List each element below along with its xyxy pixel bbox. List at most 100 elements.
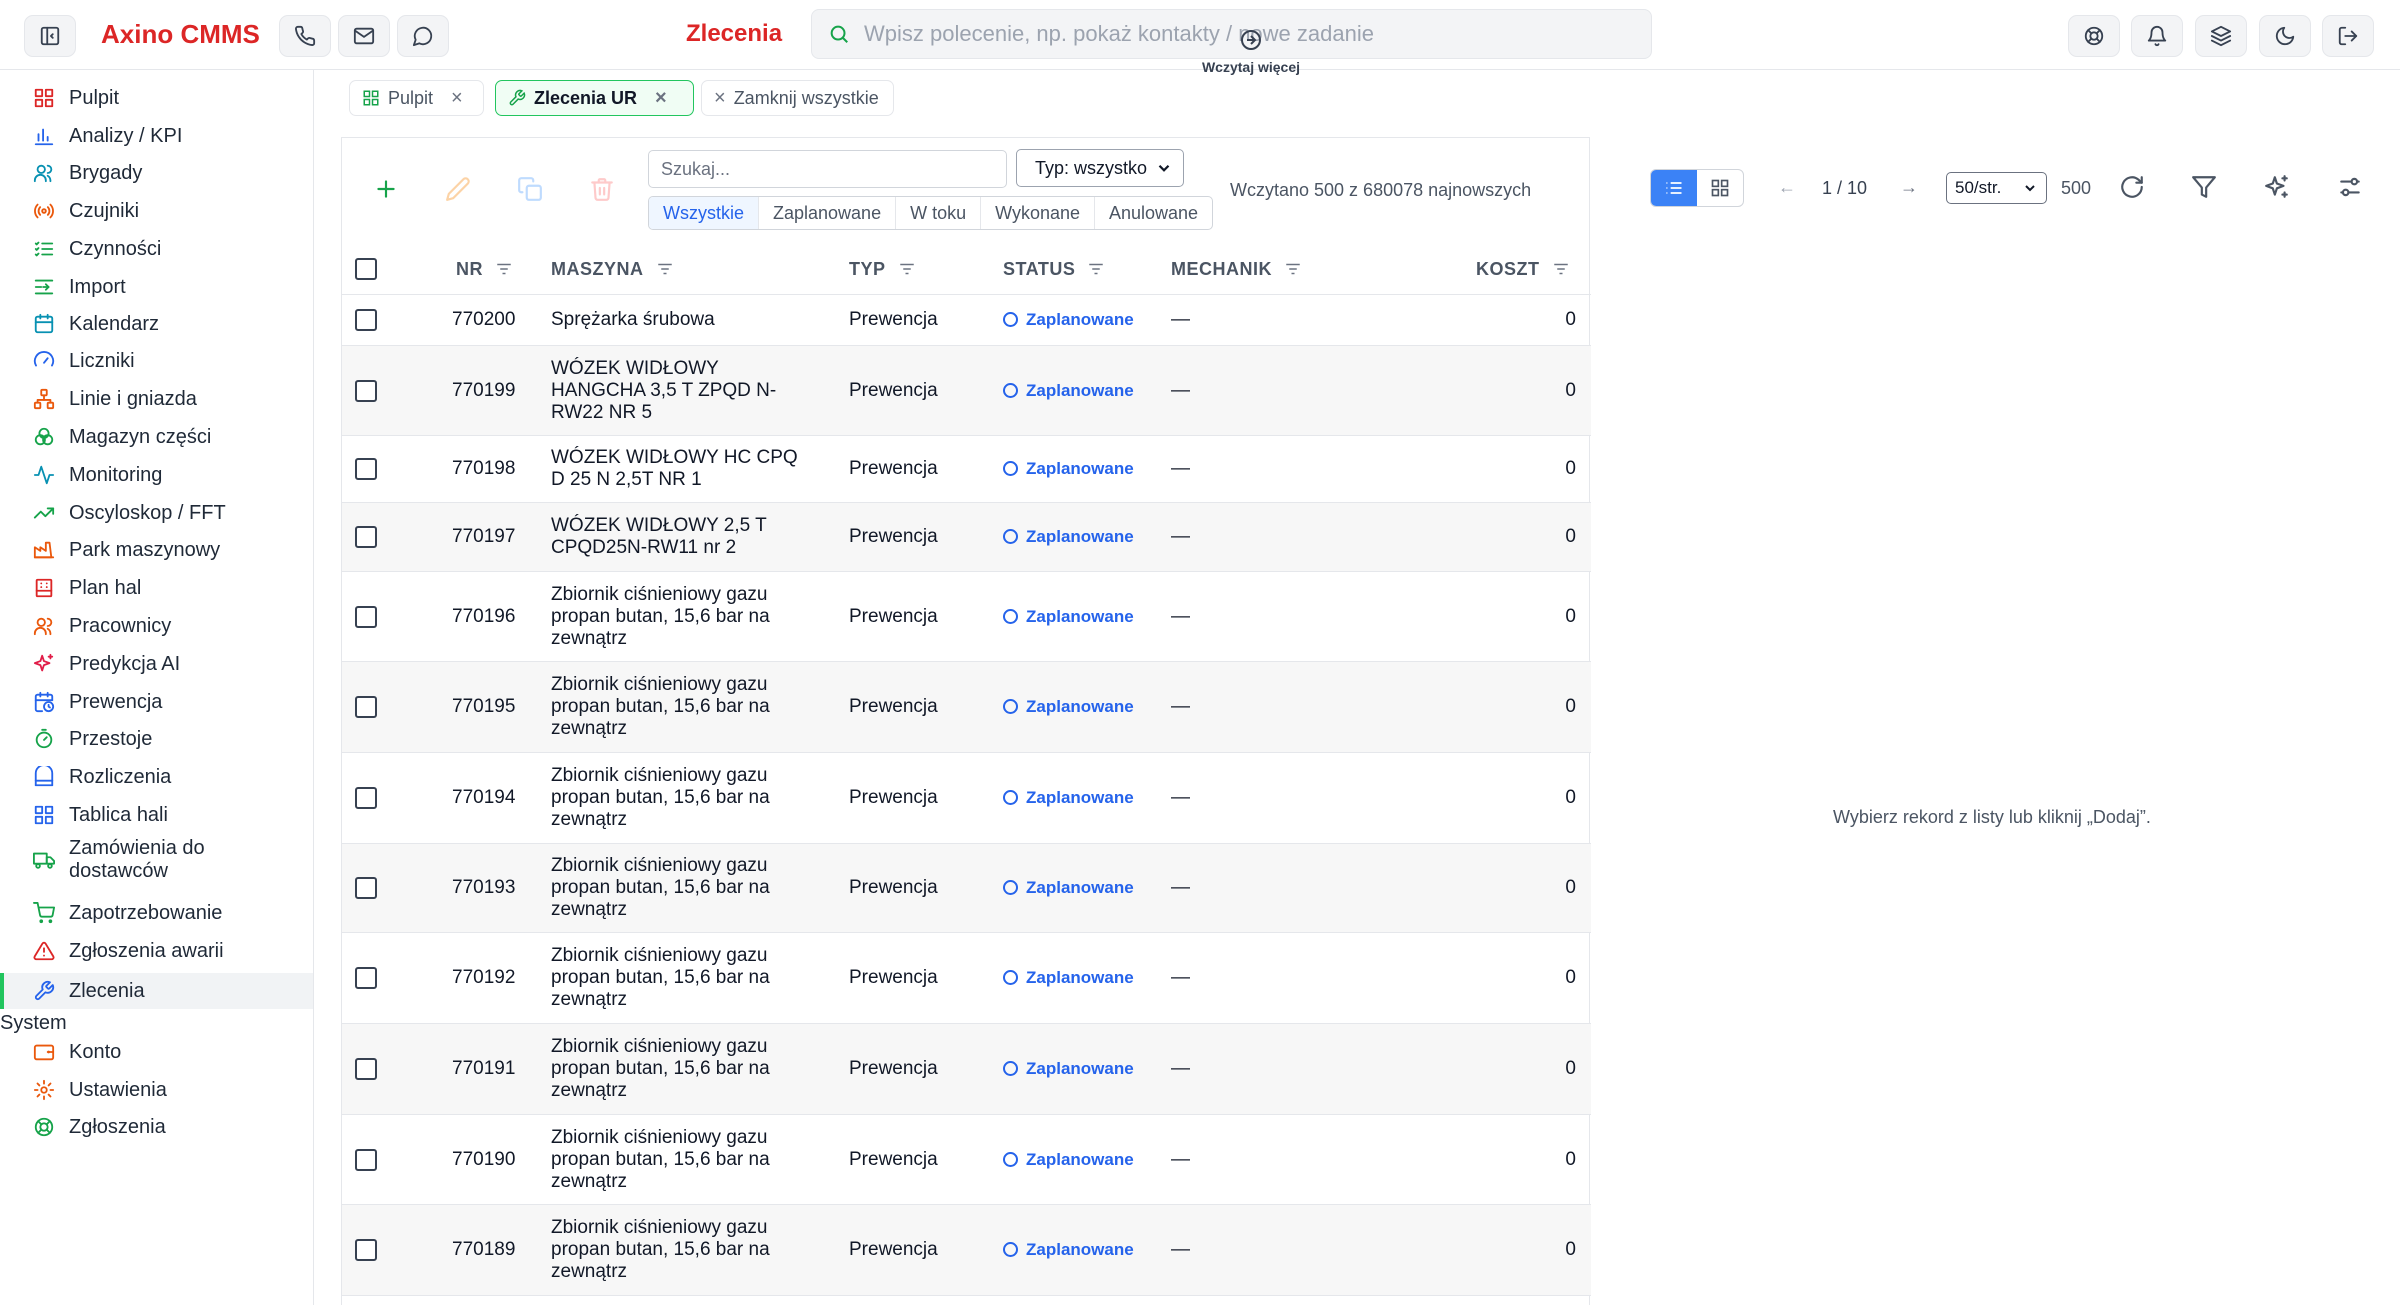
- row-checkbox[interactable]: [355, 503, 377, 571]
- checkbox[interactable]: [355, 309, 377, 331]
- row-checkbox[interactable]: [355, 1115, 377, 1204]
- chat-button[interactable]: [397, 15, 449, 57]
- checkbox[interactable]: [355, 967, 377, 989]
- column-header-maszyna[interactable]: MASZYNA: [551, 243, 674, 295]
- status-filter-wszystkie[interactable]: Wszystkie: [649, 197, 759, 229]
- mail-button[interactable]: [338, 15, 390, 57]
- filter-lines-icon[interactable]: [1552, 260, 1570, 278]
- table-row[interactable]: 770200 Sprężarka śrubowa Prewencja Zaplanow…: [342, 295, 1591, 346]
- tab-close-icon[interactable]: ×: [655, 88, 667, 108]
- status-filter-wykonane[interactable]: Wykonane: [981, 197, 1095, 229]
- row-checkbox[interactable]: [355, 1024, 377, 1114]
- sidebar-item-pulpit[interactable]: Pulpit: [0, 80, 313, 116]
- checkbox[interactable]: [355, 787, 377, 809]
- checkbox[interactable]: [355, 1058, 377, 1080]
- checkbox[interactable]: [355, 877, 377, 899]
- duplicate-button[interactable]: [515, 174, 545, 204]
- sidebar-item-zlecenia[interactable]: Zlecenia: [0, 973, 313, 1009]
- sidebar-item-czujniki[interactable]: Czujniki: [0, 193, 313, 229]
- refresh-button[interactable]: [2117, 172, 2147, 202]
- row-checkbox[interactable]: [355, 844, 377, 932]
- table-row[interactable]: 770195 Zbiornik ciśnieniowy gazu propan b…: [342, 662, 1591, 753]
- table-row[interactable]: 770194 Zbiornik ciśnieniowy gazu propan b…: [342, 753, 1591, 844]
- table-row[interactable]: 770197 WÓZEK WIDŁOWY 2,5 T CPQD25N-RW11 n…: [342, 503, 1591, 572]
- brand-logo[interactable]: Axino CMMS: [101, 19, 260, 50]
- column-settings-button[interactable]: [2335, 172, 2365, 202]
- checkbox[interactable]: [355, 258, 377, 280]
- table-row[interactable]: 770189 Zbiornik ciśnieniowy gazu propan b…: [342, 1205, 1591, 1296]
- tab-pulpit[interactable]: Pulpit ×: [349, 80, 484, 116]
- status-filter-w-toku[interactable]: W toku: [896, 197, 982, 229]
- sidebar-item-brygady[interactable]: Brygady: [0, 155, 313, 191]
- column-header-status[interactable]: STATUS: [1003, 243, 1105, 295]
- checkbox[interactable]: [355, 605, 377, 628]
- column-header-koszt[interactable]: KOSZT: [1476, 243, 1570, 295]
- dark-mode-button[interactable]: [2259, 15, 2311, 57]
- sidebar-toggle-button[interactable]: [24, 15, 76, 57]
- column-header-mechanik[interactable]: MECHANIK: [1171, 243, 1302, 295]
- checkbox[interactable]: [355, 1148, 377, 1171]
- checkbox[interactable]: [355, 458, 377, 480]
- checkbox[interactable]: [355, 1239, 377, 1261]
- filter-lines-icon[interactable]: [898, 260, 916, 278]
- tab-close-icon[interactable]: ×: [451, 88, 463, 108]
- sidebar-item-czynnosci[interactable]: Czynności: [0, 231, 313, 267]
- sidebar-item-pracownicy[interactable]: Pracownicy: [0, 608, 313, 644]
- sidebar-item-konto[interactable]: Konto: [0, 1034, 313, 1070]
- layers-button[interactable]: [2195, 15, 2247, 57]
- row-checkbox[interactable]: [355, 662, 377, 752]
- row-checkbox[interactable]: [355, 1205, 377, 1295]
- sidebar-item-magazyn-czesci[interactable]: Magazyn części: [0, 419, 313, 455]
- search-input[interactable]: [648, 150, 1007, 188]
- phone-button[interactable]: [279, 15, 331, 57]
- sidebar-item-rozliczenia[interactable]: Rozliczenia: [0, 759, 313, 795]
- row-checkbox[interactable]: [355, 436, 377, 502]
- sidebar-item-zg-oszenia[interactable]: Zgłoszenia: [0, 1109, 313, 1145]
- table-row[interactable]: 770198 WÓZEK WIDŁOWY HC CPQ D 25 N 2,5T N…: [342, 436, 1591, 503]
- sidebar-item-linie-i-gniazda[interactable]: Linie i gniazda: [0, 381, 313, 417]
- table-row[interactable]: 770191 Zbiornik ciśnieniowy gazu propan b…: [342, 1024, 1591, 1115]
- type-filter-select[interactable]: Typ: wszystko: [1016, 149, 1184, 187]
- tab-zlecenia-ur[interactable]: Zlecenia UR ×: [495, 80, 694, 116]
- table-row[interactable]: 770192 Zbiornik ciśnieniowy gazu propan b…: [342, 933, 1591, 1024]
- sidebar-item-oscyloskop-fft[interactable]: Oscyloskop / FFT: [0, 495, 313, 531]
- table-row[interactable]: 770196 Zbiornik ciśnieniowy gazu propan b…: [342, 572, 1591, 662]
- load-more-button[interactable]: Wczytaj więcej: [1196, 28, 1306, 75]
- filter-button[interactable]: [2189, 172, 2219, 202]
- status-filter-zaplanowane[interactable]: Zaplanowane: [759, 197, 897, 229]
- sidebar-item-predykcja-ai[interactable]: Predykcja AI: [0, 646, 313, 682]
- sidebar-item-zamowienia-do-dostawcow[interactable]: Zamówienia do dostawców: [0, 835, 313, 885]
- column-header-nr[interactable]: NR: [456, 243, 513, 295]
- table-row[interactable]: 770193 Zbiornik ciśnieniowy gazu propan b…: [342, 844, 1591, 933]
- help-button[interactable]: [2068, 15, 2120, 57]
- sidebar-item-zg-oszenia-awarii[interactable]: Zgłoszenia awarii: [0, 933, 313, 969]
- sidebar-item-monitoring[interactable]: Monitoring: [0, 457, 313, 493]
- edit-button[interactable]: [443, 174, 473, 204]
- row-checkbox[interactable]: [355, 933, 377, 1023]
- delete-button[interactable]: [587, 174, 617, 204]
- notifications-button[interactable]: [2131, 15, 2183, 57]
- sidebar-item-tablica-hali[interactable]: Tablica hali: [0, 797, 313, 833]
- sidebar-item-analizy-kpi[interactable]: Analizy / KPI: [0, 118, 313, 154]
- sidebar-item-zapotrzebowanie[interactable]: Zapotrzebowanie: [0, 895, 313, 931]
- sidebar-item-kalendarz[interactable]: Kalendarz: [0, 306, 313, 342]
- filter-lines-icon[interactable]: [1284, 260, 1302, 278]
- per-page-select[interactable]: 50/str.: [1946, 172, 2047, 204]
- row-checkbox[interactable]: [355, 346, 377, 435]
- sidebar-item-liczniki[interactable]: Liczniki: [0, 343, 313, 379]
- row-checkbox[interactable]: [355, 753, 377, 843]
- sidebar-item-plan-hal[interactable]: Plan hal: [0, 570, 313, 606]
- sidebar-item-park-maszynowy[interactable]: Park maszynowy: [0, 532, 313, 568]
- row-checkbox[interactable]: [355, 572, 377, 661]
- checkbox[interactable]: [355, 696, 377, 718]
- sidebar-item-przestoje[interactable]: Przestoje: [0, 721, 313, 757]
- grid-view-button[interactable]: [1697, 170, 1743, 206]
- ai-assist-button[interactable]: [2262, 172, 2292, 202]
- logout-button[interactable]: [2322, 15, 2374, 57]
- sidebar-item-prewencja[interactable]: Prewencja: [0, 684, 313, 720]
- filter-lines-icon[interactable]: [1087, 260, 1105, 278]
- checkbox[interactable]: [355, 379, 377, 402]
- table-row[interactable]: 770190 Zbiornik ciśnieniowy gazu propan b…: [342, 1115, 1591, 1205]
- filter-lines-icon[interactable]: [495, 260, 513, 278]
- pager-next-button[interactable]: →: [1900, 177, 1918, 198]
